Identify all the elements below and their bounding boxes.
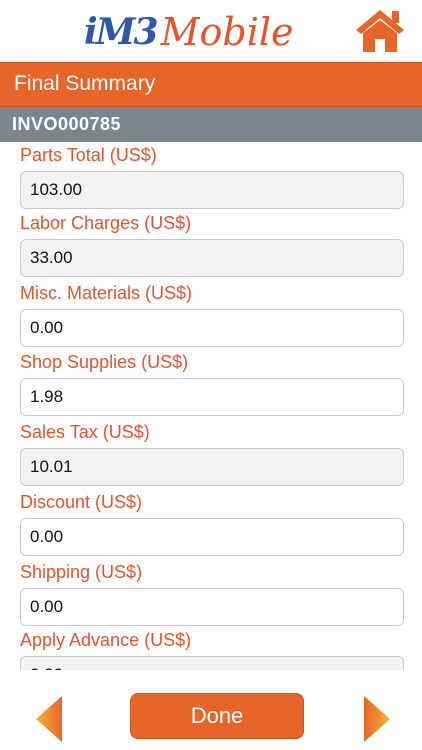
done-button[interactable]: Done xyxy=(130,693,304,739)
shop-supplies-input[interactable]: 1.98 xyxy=(20,378,404,416)
shipping-label: Shipping (US$) xyxy=(20,562,143,582)
logo-mobile-text: Mobile xyxy=(160,10,294,54)
parts-total-label: Parts Total (US$) xyxy=(20,145,157,165)
apply-advance-input[interactable]: 0.00 xyxy=(20,656,404,670)
arrow-left-icon[interactable] xyxy=(34,694,64,744)
footer-toolbar: Done xyxy=(0,670,422,750)
labor-charges-input[interactable]: 33.00 xyxy=(20,239,404,277)
sales-tax-input[interactable]: 10.01 xyxy=(20,448,404,486)
app-header: iM3 Mobile xyxy=(0,0,422,62)
invoice-number: INVO000785 xyxy=(12,114,122,134)
labor-charges-label: Labor Charges (US$) xyxy=(20,213,192,233)
discount-input[interactable]: 0.00 xyxy=(20,518,404,556)
summary-form[interactable]: Parts Total (US$) 103.00 Labor Charges (… xyxy=(0,142,422,670)
title-bar: Final Summary xyxy=(0,62,422,107)
discount-label: Discount (US$) xyxy=(20,492,143,512)
sales-tax-label: Sales Tax (US$) xyxy=(20,422,150,442)
arrow-right-icon[interactable] xyxy=(362,694,392,744)
shipping-input[interactable]: 0.00 xyxy=(20,588,404,626)
apply-advance-label: Apply Advance (US$) xyxy=(20,630,192,650)
shop-supplies-label: Shop Supplies (US$) xyxy=(20,352,189,372)
parts-total-input[interactable]: 103.00 xyxy=(20,171,404,209)
misc-materials-input[interactable]: 0.00 xyxy=(20,309,404,347)
home-icon[interactable] xyxy=(352,6,408,54)
page-title: Final Summary xyxy=(14,72,156,95)
misc-materials-label: Misc. Materials (US$) xyxy=(20,283,193,303)
app-logo: iM3 Mobile xyxy=(84,6,294,56)
invoice-bar: INVO000785 xyxy=(0,107,422,142)
logo-im3-text: iM3 xyxy=(84,11,159,53)
